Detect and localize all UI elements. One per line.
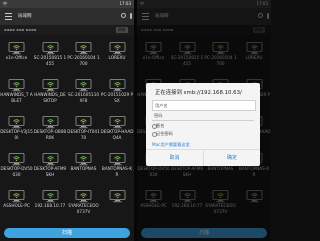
- device-label: x1n-Office: [5, 55, 28, 60]
- device-item[interactable]: DESKTOP-AFM9SKH: [34, 151, 67, 189]
- device-item[interactable]: HANWINDS_DE SKTOP: [34, 77, 67, 115]
- device-label: HANWINDS_DE SKTOP: [34, 92, 66, 103]
- password-placeholder: 密码: [154, 113, 163, 118]
- subbar-summary: ▪▪▪▪ ▪▪▪ ▪▪▪▪: [4, 27, 37, 32]
- toolbar-title: 局域网: [18, 14, 32, 19]
- device-item[interactable]: DESKTOP-V3J150I: [0, 114, 33, 152]
- password-field[interactable]: 密码: [152, 111, 254, 121]
- right-screen: 中 17:03 局域网 ▪▪▪▪ ▪▪▪ ▪▪▪▪ 刷新 x1n-OfficeS…: [137, 0, 271, 241]
- toolbar: 局域网: [0, 8, 134, 25]
- device-item[interactable]: 192.168.10.77: [34, 188, 67, 226]
- username-field[interactable]: 用户名: [152, 100, 256, 111]
- refresh-button[interactable]: 刷新: [116, 27, 128, 33]
- anon-option-label: 匿名: [156, 123, 165, 128]
- device-label: DESKTOP-AFM9SKH: [33, 166, 67, 177]
- device-item[interactable]: [101, 188, 134, 226]
- connect-dialog: 正在连接到 smb://192.168.10.63/ 用户名 密码 匿名 记住密…: [146, 83, 260, 166]
- computer-icon: [8, 151, 25, 166]
- remember-option-label: 记住密码: [156, 131, 173, 136]
- device-item[interactable]: BANTOPNAS-KR: [101, 151, 134, 189]
- computer-icon: [8, 114, 25, 129]
- device-item[interactable]: HANWINDS_T ABLET: [0, 77, 33, 115]
- computer-icon: [109, 151, 126, 166]
- device-label: DESKTOP-IT04170: [67, 129, 100, 140]
- mac-help-link[interactable]: Mac用户需要看这里: [152, 142, 190, 148]
- device-label: DESKTOP-V3J150I: [0, 129, 33, 140]
- computer-icon: [75, 151, 92, 166]
- device-item[interactable]: BANTOPNAS: [67, 151, 100, 189]
- device-label: DESKTOP-DV50030: [0, 166, 33, 177]
- computer-icon: [42, 40, 59, 55]
- computer-icon: [109, 77, 126, 92]
- device-label: 192.168.10.77: [34, 203, 66, 208]
- username-placeholder: 用户名: [155, 103, 168, 108]
- device-item[interactable]: PC-20151029 PSX: [101, 77, 134, 115]
- computer-icon: [109, 40, 126, 55]
- device-item[interactable]: SYARATECEOO 0737V: [67, 188, 100, 226]
- device-item[interactable]: SC-20150815 1455: [34, 40, 67, 78]
- cancel-button[interactable]: 取消: [146, 150, 203, 166]
- computer-icon: [42, 151, 59, 166]
- device-item[interactable]: DESKTOP-HAADQ4A: [101, 114, 134, 152]
- device-item[interactable]: x1n-Office: [0, 40, 33, 78]
- device-label: PC-20151029 PSX: [100, 92, 134, 103]
- device-item[interactable]: DESKTOP-IT04170: [67, 114, 100, 152]
- menu-icon[interactable]: [5, 13, 12, 22]
- device-label: BANTOPNAS-KR: [101, 166, 133, 177]
- computer-icon: [42, 188, 59, 203]
- device-item[interactable]: SC-201605110 XF8: [67, 77, 100, 115]
- computer-icon: [75, 188, 92, 203]
- device-label: LOREXU: [108, 55, 126, 60]
- device-item[interactable]: DESKTOP-OB0BR0K: [34, 114, 67, 152]
- computer-icon: [109, 188, 126, 203]
- computer-icon: [75, 40, 92, 55]
- computer-icon: [8, 188, 25, 203]
- dialog-title: 正在连接到 smb://192.168.10.63/: [155, 90, 242, 96]
- status-bar: 中 17:03: [0, 0, 134, 8]
- search-icon[interactable]: [121, 13, 126, 18]
- computer-icon: [8, 40, 25, 55]
- device-item[interactable]: DESKTOP-DV50030: [0, 151, 33, 189]
- device-item[interactable]: LOREXU: [101, 40, 134, 78]
- status-time: 17:03: [119, 1, 131, 6]
- computer-icon: [109, 114, 126, 129]
- computer-icon: [42, 77, 59, 92]
- device-item[interactable]: ASSHOLE-PC: [0, 188, 33, 226]
- device-label: SC-20150815 1455: [33, 55, 67, 66]
- computer-icon: [75, 114, 92, 129]
- computer-icon: [8, 77, 25, 92]
- device-label: DESKTOP-HAADQ4A: [100, 129, 134, 140]
- device-label: SC-201605110 XF8: [67, 92, 100, 103]
- device-label: HANWINDS_T ABLET: [0, 92, 33, 103]
- scan-button[interactable]: 扫描: [4, 228, 130, 238]
- ok-button[interactable]: 确定: [203, 150, 260, 166]
- status-left: 中: [3, 1, 7, 6]
- device-label: SYARATECEOO 0737V: [68, 203, 99, 214]
- device-label: BANTOPNAS: [70, 166, 97, 171]
- sub-bar: ▪▪▪▪ ▪▪▪ ▪▪▪▪ 刷新: [0, 25, 134, 35]
- computer-icon: [75, 77, 92, 92]
- computer-icon: [42, 114, 59, 129]
- more-icon[interactable]: [130, 13, 132, 19]
- device-label: PC-20160104 1700: [67, 55, 100, 66]
- left-screen: 中 17:03 局域网 ▪▪▪▪ ▪▪▪ ▪▪▪▪ 刷新 x1n-Office S…: [0, 0, 134, 241]
- device-item[interactable]: PC-20160104 1700: [67, 40, 100, 78]
- device-label: DESKTOP-OB0BR0K: [33, 129, 67, 140]
- device-label: ASSHOLE-PC: [3, 203, 30, 208]
